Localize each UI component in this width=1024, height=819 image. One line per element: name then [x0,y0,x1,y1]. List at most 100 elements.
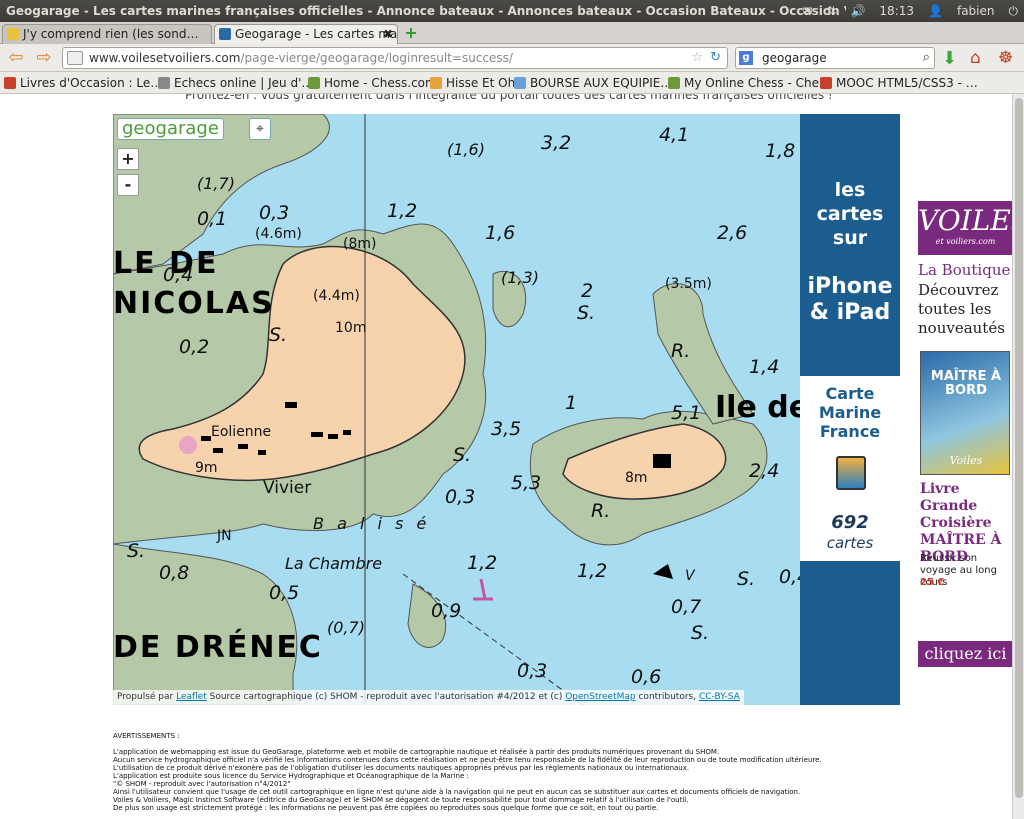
ad-tagline: Découvrez toutes les nouveautés [918,281,1005,337]
bookmark-favicon-icon [4,77,16,89]
voiles-logo: VOILESet voiliers.com [918,201,1012,255]
bookmark-item[interactable]: Home - Chess.com [308,72,437,94]
volume-icon[interactable]: 🔊 [850,0,865,22]
voiles-favicon-icon [219,28,231,40]
bookmark-item[interactable]: BOURSE AUX EQUIPIE… [514,72,672,94]
seabed-label: S. [577,302,596,324]
home-icon[interactable]: ⌂ [970,48,981,68]
bookmark-item[interactable]: Echecs online | Jeu d'… [158,72,313,94]
license-link[interactable]: CC-BY-SA [699,692,740,702]
sounding: 1,2 [467,552,498,574]
bookmark-star-icon[interactable]: ☆ [691,48,703,68]
close-tab-icon[interactable]: ✖ [383,25,393,43]
book-cover[interactable]: MAÎTRE À BORD Voiles [920,351,1010,475]
place-label: Eolienne [211,424,272,440]
addon-icon[interactable]: ☸ [998,48,1013,68]
bookmark-favicon-icon [514,77,526,89]
height-label: 8m [625,470,648,486]
promo-card-title: Carte Marine France [818,384,882,441]
url-host: www.voilesetvoiliers.com [89,51,241,65]
url-bar[interactable]: www.voilesetvoiliers.com/page-vierge/geo… [62,47,728,69]
forum-favicon-icon [7,28,19,40]
tablet-icon [836,456,866,490]
zoom-in-button[interactable]: + [117,148,139,170]
back-button[interactable]: ⇦ [4,47,28,69]
leaflet-link[interactable]: Leaflet [176,692,207,702]
sounding: 1,6 [485,222,516,244]
user-name[interactable]: fabien [957,0,995,22]
bookmark-favicon-icon [820,77,832,89]
chart-map[interactable]: geogarage ⌖ + - LE DE NICOLAS DE DRÉNEC … [113,114,800,705]
book-price: 25 € [920,577,945,588]
boutique-ad[interactable]: VOILESet voiliers.com La Boutique Découv… [918,201,1012,681]
promo-card[interactable]: Carte Marine France 692 cartes [800,376,900,561]
sounding: 0,4 [779,566,800,588]
height-label: (4.4m) [313,288,360,304]
mail-icon[interactable]: ✉ [802,0,812,22]
sounding: (0,7) [327,618,365,637]
height-label: (3.5m) [665,276,712,292]
tab-geogarage[interactable]: Geogarage - Les cartes mari… ✖ [214,24,398,44]
window-titlebar: Geogarage - Les cartes marines française… [0,0,1024,22]
promo-line2: iPhone & iPad [807,274,893,325]
place-label: Ile de [715,390,800,425]
power-icon[interactable]: ⏻ [1009,0,1019,22]
page-scrollbar[interactable] [1012,94,1024,819]
network-icon[interactable]: ⇅ [826,0,836,22]
locate-icon[interactable]: ⌖ [249,118,271,140]
bookmark-item[interactable]: Hisse Et Oh [430,72,515,94]
new-tab-button[interactable]: + [400,24,422,42]
scrollbar-thumb[interactable] [1015,98,1023,798]
bookmark-item[interactable]: MOOC HTML5/CSS3 - … [820,72,978,94]
place-label: La Chambre [285,554,383,573]
place-label: JN [217,528,232,544]
cliquez-ici-button[interactable]: cliquez ici [918,641,1012,667]
sounding: 3,5 [491,418,522,440]
map-attribution: Propulsé par Leaflet Source cartographiq… [113,690,744,705]
site-identity-icon[interactable] [67,51,83,65]
warnings-block: AVERTISSEMENTS : L'application de webmap… [113,732,893,812]
seabed-label: S. [453,444,472,466]
tab-label: Geogarage - Les cartes mari… [235,27,398,41]
tab-bar: J'y comprend rien (les sond… Geogarage -… [0,22,1024,44]
height-label: 10m [335,320,367,336]
place-label: DE DRÉNEC [113,630,323,665]
user-icon[interactable]: 👤 [928,0,943,22]
forward-button[interactable]: ⇨ [32,47,56,69]
place-label: Vivier [263,478,312,498]
navigation-toolbar: ⇦ ⇨ www.voilesetvoiliers.com/page-vierge… [0,44,1024,72]
pawn-icon [668,77,680,89]
seabed-label: S. [127,540,146,562]
pawn-icon [308,77,320,89]
osm-link[interactable]: OpenStreetMap [565,692,635,702]
sounding: 0,6 [631,666,662,688]
bookmark-item[interactable]: Livres d'Occasion : Le… [4,72,162,94]
chart-count: 692 [831,512,869,533]
download-icon[interactable]: ⬇ [942,48,957,69]
iphone-promo-banner[interactable]: les cartes sur iPhone & iPad Carte Marin… [800,114,900,705]
sounding: 0,1 [197,208,228,230]
bookmark-item[interactable]: My Online Chess - Che… [668,72,831,94]
place-label: B a l i s é [313,514,431,533]
search-bar[interactable]: g geogarage ⌕ [735,47,935,69]
sounding: 1,4 [749,356,780,378]
sounding: 0,3 [517,660,548,682]
window-title: Geogarage - Les cartes marines française… [6,4,846,18]
ad-boutique: La Boutique [918,261,1011,279]
google-icon[interactable]: g [739,51,753,65]
tab-sondages[interactable]: J'y comprend rien (les sond… [2,24,212,44]
seabed-label: S. [691,622,710,644]
sounding: 1,8 [765,140,796,162]
reload-icon[interactable]: ↻ [710,48,721,68]
sounding: 3,2 [541,132,572,154]
sounding: 2,6 [717,222,748,244]
place-label: NICOLAS [113,286,275,321]
zoom-out-button[interactable]: - [117,174,139,196]
search-icon[interactable]: ⌕ [923,48,930,68]
sounding: 2,4 [749,460,780,482]
sounding: (1,6) [447,140,485,159]
tab-label: J'y comprend rien (les sond… [23,27,199,41]
clock[interactable]: 18:13 [879,0,914,22]
warnings-title: AVERTISSEMENTS : [113,732,180,740]
sounding: 5,1 [671,402,702,424]
